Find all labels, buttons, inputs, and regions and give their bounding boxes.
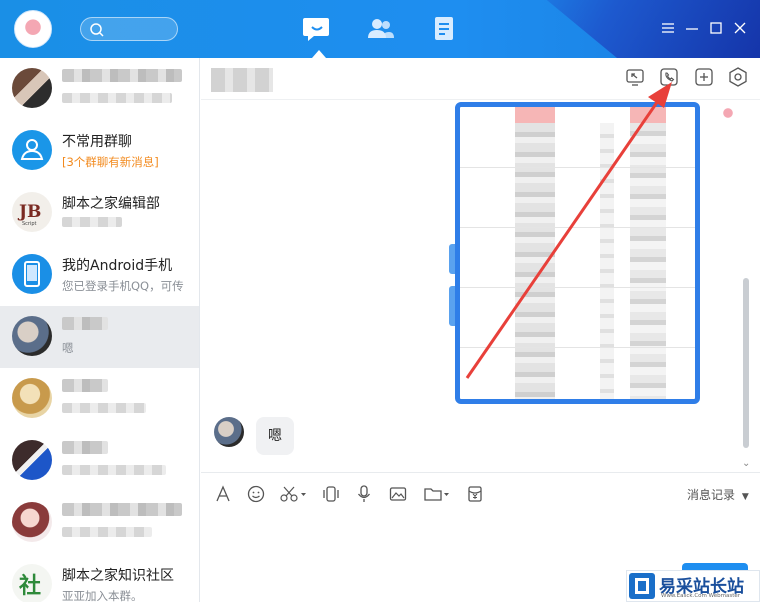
folder-icon[interactable] — [423, 484, 451, 504]
site-watermark: 易采站长站 Www.Easck.Com Webmaster — [626, 570, 760, 602]
phone-icon — [12, 254, 52, 294]
phone-call-icon[interactable] — [658, 66, 680, 88]
chat-item[interactable] — [0, 368, 199, 430]
image-content — [460, 287, 695, 288]
chat-preview — [62, 526, 152, 540]
scissors-icon[interactable] — [279, 484, 309, 504]
chat-name — [62, 69, 182, 86]
chat-item-community[interactable]: 社 脚本之家知识社区 亚亚加入本群。 — [0, 554, 199, 602]
chat-name — [62, 441, 108, 458]
chat-preview: [3个群聊有新消息] — [62, 155, 159, 169]
image-content — [630, 107, 666, 123]
image-content — [600, 123, 614, 399]
svg-text:JB: JB — [17, 202, 41, 222]
space-icon[interactable] — [430, 14, 460, 44]
search-input[interactable] — [80, 17, 178, 41]
chat-name — [62, 503, 182, 520]
chat-header — [201, 58, 760, 100]
avatar-photo — [12, 316, 52, 356]
image-content — [515, 107, 555, 123]
chat-name — [62, 379, 108, 396]
chat-preview — [62, 92, 172, 106]
community-logo: 社 — [12, 564, 52, 602]
close-icon[interactable] — [732, 20, 748, 36]
text-message-bubble[interactable]: 嗯 — [256, 417, 294, 455]
image-content — [460, 227, 695, 228]
message-history-label: 消息记录 — [687, 488, 736, 502]
chevron-down-icon: ▼ — [741, 492, 749, 502]
svg-text:社: 社 — [19, 573, 41, 599]
avatar-photo — [12, 68, 52, 108]
chat-item[interactable] — [0, 58, 199, 120]
more-hexagon-icon[interactable] — [727, 66, 749, 88]
group-folder-icon — [12, 130, 52, 170]
chat-item[interactable] — [0, 492, 199, 554]
emoji-icon[interactable] — [246, 484, 266, 504]
chat-list[interactable]: 不常用群聊 [3个群聊有新消息] JB Script 脚本之家编辑部 我的And… — [0, 58, 200, 602]
message-history-link[interactable]: 消息记录 ▼ — [687, 486, 749, 503]
image-content — [460, 347, 695, 348]
add-member-icon[interactable] — [693, 66, 715, 88]
chat-item-active[interactable]: 嗯 — [0, 306, 199, 368]
chat-preview — [62, 464, 166, 478]
title-bar — [0, 0, 760, 58]
image-icon[interactable] — [388, 484, 408, 504]
chat-preview: 嗯 — [62, 341, 74, 355]
image-content — [460, 167, 695, 168]
chat-item[interactable] — [0, 430, 199, 492]
jb-logo: JB Script — [12, 192, 52, 232]
chat-name: 我的Android手机 — [62, 258, 173, 274]
shake-icon[interactable] — [321, 484, 341, 504]
avatar-photo — [12, 378, 52, 418]
watermark-subtext: Www.Easck.Com Webmaster — [661, 593, 741, 599]
chat-item-android[interactable]: 我的Android手机 您已登录手机QQ，可传 — [0, 244, 199, 306]
peer-avatar[interactable] — [214, 417, 244, 447]
chat-name: 不常用群聊 — [62, 134, 132, 150]
watermark-logo — [629, 573, 655, 599]
chat-preview — [62, 216, 122, 230]
self-avatar[interactable] — [14, 10, 52, 48]
chat-item-editorial[interactable]: JB Script 脚本之家编辑部 — [0, 182, 199, 244]
font-icon[interactable] — [213, 484, 233, 504]
image-message[interactable] — [455, 102, 700, 404]
minimize-icon[interactable] — [684, 20, 700, 36]
avatar-photo — [12, 440, 52, 480]
input-toolbar: 消息记录 ▼ — [201, 472, 760, 514]
microphone-icon[interactable] — [354, 484, 374, 504]
scroll-down-icon[interactable]: ⌄ — [742, 458, 750, 469]
search-icon — [90, 23, 104, 37]
chat-name: 脚本之家编辑部 — [62, 196, 160, 212]
menu-icon[interactable] — [660, 20, 676, 36]
maximize-icon[interactable] — [708, 20, 724, 36]
message-icon[interactable] — [302, 14, 332, 44]
chat-item-group-folder[interactable]: 不常用群聊 [3个群聊有新消息] — [0, 120, 199, 182]
chat-name: 脚本之家知识社区 — [62, 568, 174, 584]
avatar-photo — [12, 502, 52, 542]
scrollbar[interactable] — [741, 108, 749, 466]
svg-text:Script: Script — [22, 221, 37, 227]
peer-name — [211, 68, 273, 92]
self-message-avatar — [718, 104, 738, 124]
red-packet-icon[interactable] — [465, 484, 485, 504]
scrollbar-thumb[interactable] — [743, 278, 749, 448]
nav-active-indicator — [312, 50, 326, 58]
image-content — [515, 123, 555, 399]
chat-name — [62, 317, 108, 334]
contacts-icon[interactable] — [365, 14, 395, 44]
chat-preview — [62, 402, 146, 416]
chat-preview: 您已登录手机QQ，可传 — [62, 279, 184, 293]
image-content — [630, 123, 666, 399]
screen-share-icon[interactable] — [624, 66, 646, 88]
chat-preview: 亚亚加入本群。 — [62, 589, 143, 602]
